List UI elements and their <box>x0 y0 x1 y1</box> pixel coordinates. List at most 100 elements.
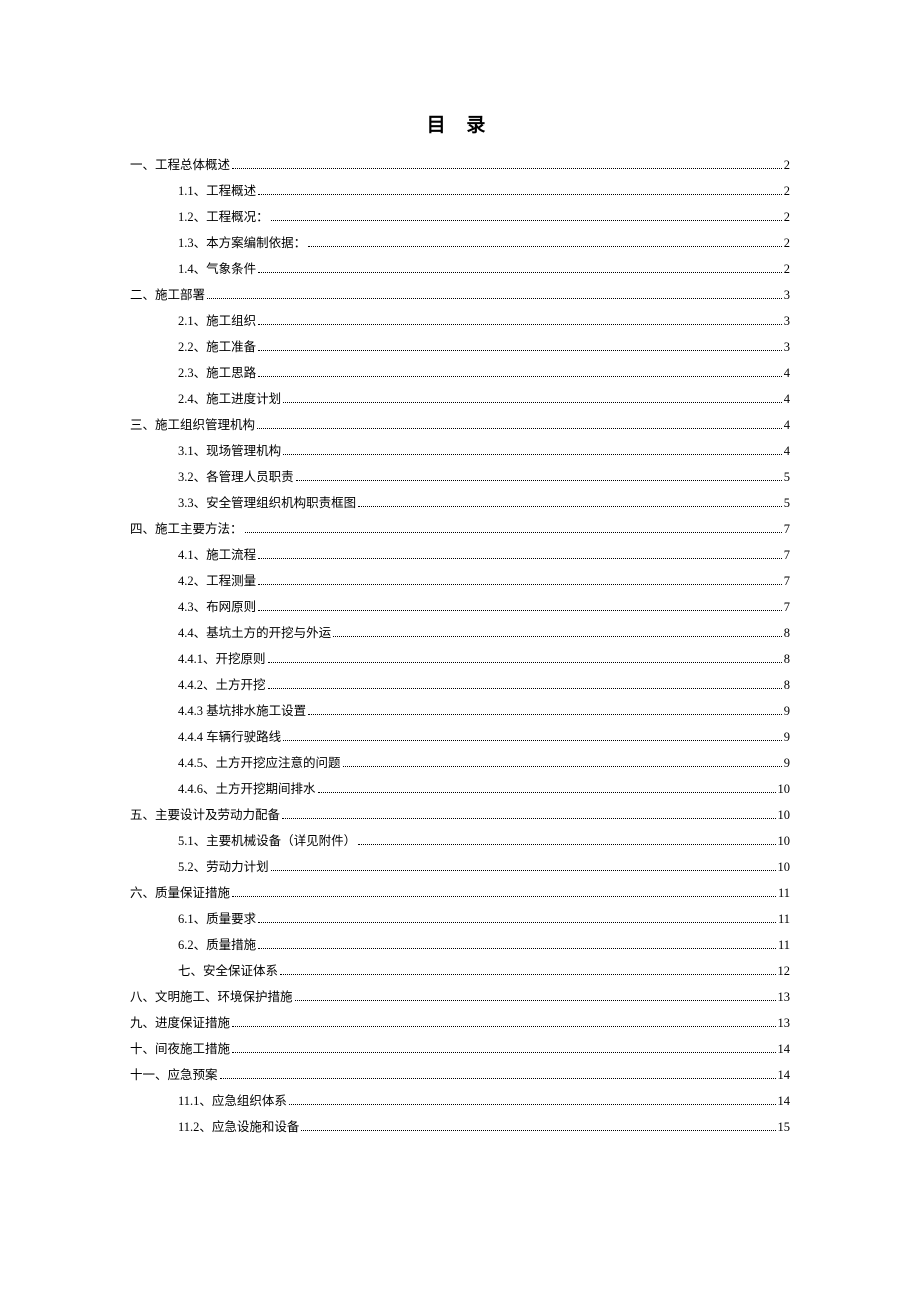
toc-leader-dots <box>258 916 776 924</box>
toc-entry-label: 1.4、气象条件 <box>178 263 256 276</box>
toc-leader-dots <box>333 630 782 638</box>
toc-entry-label: 3.2、各管理人员职责 <box>178 471 294 484</box>
toc-leader-dots <box>258 604 782 612</box>
toc-entry-page: 8 <box>784 653 790 666</box>
toc-entry-page: 15 <box>778 1121 791 1134</box>
toc-entry-page: 4 <box>784 367 790 380</box>
toc-entry-label: 七、安全保证体系 <box>178 965 278 978</box>
toc-entry-page: 10 <box>778 809 791 822</box>
toc-leader-dots <box>283 448 782 456</box>
toc-entry-page: 7 <box>784 575 790 588</box>
toc-entry: 七、安全保证体系12 <box>130 965 790 978</box>
toc-leader-dots <box>220 1072 776 1080</box>
toc-entry: 十、间夜施工措施14 <box>130 1043 790 1056</box>
toc-entry: 3.2、各管理人员职责5 <box>130 471 790 484</box>
toc-entry: 2.3、施工思路 4 <box>130 367 790 380</box>
toc-entry-page: 2 <box>784 211 790 224</box>
toc-entry-label: 11.2、应急设施和设备 <box>178 1121 299 1134</box>
toc-entry-label: 4.4.2、土方开挖 <box>178 679 266 692</box>
toc-entry-page: 11 <box>778 913 790 926</box>
toc-entry: 五、主要设计及劳动力配备10 <box>130 809 790 822</box>
toc-leader-dots <box>301 1124 775 1132</box>
toc-entry-page: 10 <box>778 783 791 796</box>
toc-entry-page: 11 <box>778 887 790 900</box>
toc-entry-page: 7 <box>784 523 790 536</box>
toc-entry-page: 2 <box>784 263 790 276</box>
toc-entry-label: 11.1、应急组织体系 <box>178 1095 287 1108</box>
toc-entry: 4.4、基坑土方的开挖与外运8 <box>130 627 790 640</box>
toc-entry-label: 2.3、施工思路 <box>178 367 256 380</box>
toc-entry-label: 4.1、施工流程 <box>178 549 256 562</box>
toc-leader-dots <box>289 1098 776 1106</box>
toc-entry: 2.2、施工准备3 <box>130 341 790 354</box>
toc-leader-dots <box>258 266 782 274</box>
toc-entry-page: 2 <box>784 159 790 172</box>
toc-entry-label: 3.1、现场管理机构 <box>178 445 281 458</box>
toc-leader-dots <box>232 1020 775 1028</box>
toc-leader-dots <box>271 214 782 222</box>
toc-leader-dots <box>295 994 776 1002</box>
toc-entry: 4.4.4 车辆行驶路线 9 <box>130 731 790 744</box>
toc-entry-page: 11 <box>778 939 790 952</box>
toc-entry: 1.1、工程概述2 <box>130 185 790 198</box>
toc-leader-dots <box>283 396 782 404</box>
toc-leader-dots <box>232 162 782 170</box>
toc-entry-page: 7 <box>784 549 790 562</box>
toc-leader-dots <box>280 968 775 976</box>
toc-entry: 2.1、施工组织3 <box>130 315 790 328</box>
document-page: 目 录 一、工程总体概述21.1、工程概述21.2、工程概况：21.3、本方案编… <box>0 0 920 1227</box>
toc-leader-dots <box>258 318 782 326</box>
toc-entry: 4.2、工程测量7 <box>130 575 790 588</box>
toc-container: 一、工程总体概述21.1、工程概述21.2、工程概况：21.3、本方案编制依据：… <box>130 159 790 1134</box>
toc-entry-label: 5.1、主要机械设备（详见附件） <box>178 835 356 848</box>
toc-entry: 4.3、布网原则7 <box>130 601 790 614</box>
toc-entry-label: 2.4、施工进度计划 <box>178 393 281 406</box>
toc-entry: 八、文明施工、环境保护措施 13 <box>130 991 790 1004</box>
toc-leader-dots <box>258 188 782 196</box>
toc-entry-page: 13 <box>778 991 791 1004</box>
toc-entry: 九、进度保证措施 13 <box>130 1017 790 1030</box>
toc-leader-dots <box>358 500 782 508</box>
toc-leader-dots <box>271 864 776 872</box>
toc-entry-page: 9 <box>784 705 790 718</box>
toc-entry-label: 九、进度保证措施 <box>130 1017 230 1030</box>
toc-entry: 一、工程总体概述2 <box>130 159 790 172</box>
toc-entry: 1.3、本方案编制依据：2 <box>130 237 790 250</box>
toc-entry: 十一、应急预案14 <box>130 1069 790 1082</box>
toc-entry: 4.4.2、土方开挖8 <box>130 679 790 692</box>
toc-entry-label: 八、文明施工、环境保护措施 <box>130 991 293 1004</box>
toc-leader-dots <box>258 578 782 586</box>
toc-entry-label: 六、质量保证措施 <box>130 887 230 900</box>
toc-entry: 3.1、现场管理机构4 <box>130 445 790 458</box>
toc-entry: 4.4.5、土方开挖应注意的问题9 <box>130 757 790 770</box>
toc-entry: 4.1、施工流程 7 <box>130 549 790 562</box>
toc-entry-page: 10 <box>778 835 791 848</box>
toc-entry-page: 3 <box>784 289 790 302</box>
toc-leader-dots <box>268 682 782 690</box>
toc-entry-page: 13 <box>778 1017 791 1030</box>
toc-entry-page: 5 <box>784 497 790 510</box>
toc-entry: 4.4.3 基坑排水施工设置9 <box>130 705 790 718</box>
toc-entry-page: 9 <box>784 731 790 744</box>
toc-entry-page: 14 <box>778 1095 791 1108</box>
toc-entry: 1.4、气象条件 2 <box>130 263 790 276</box>
toc-leader-dots <box>232 1046 775 1054</box>
toc-entry-label: 3.3、安全管理组织机构职责框图 <box>178 497 356 510</box>
page-title: 目 录 <box>130 110 790 137</box>
toc-entry: 6.2、质量措施 11 <box>130 939 790 952</box>
toc-leader-dots <box>258 942 776 950</box>
toc-entry-page: 4 <box>784 419 790 432</box>
toc-entry: 2.4、施工进度计划4 <box>130 393 790 406</box>
toc-entry-label: 4.4.4 车辆行驶路线 <box>178 731 281 744</box>
toc-leader-dots <box>282 812 775 820</box>
toc-entry-label: 2.2、施工准备 <box>178 341 256 354</box>
toc-entry-label: 6.2、质量措施 <box>178 939 256 952</box>
toc-entry-label: 4.3、布网原则 <box>178 601 256 614</box>
toc-leader-dots <box>257 422 782 430</box>
toc-entry: 四、施工主要方法：7 <box>130 523 790 536</box>
toc-entry-label: 十、间夜施工措施 <box>130 1043 230 1056</box>
toc-entry: 4.4.6、土方开挖期间排水10 <box>130 783 790 796</box>
toc-entry: 六、质量保证措施 11 <box>130 887 790 900</box>
toc-entry-page: 2 <box>784 237 790 250</box>
toc-leader-dots <box>343 760 782 768</box>
